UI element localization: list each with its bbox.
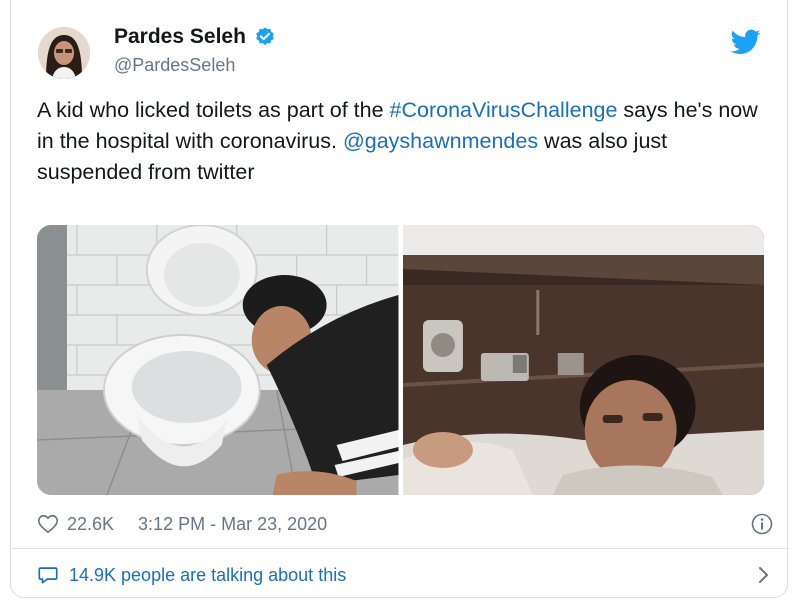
toilet-photo-image — [37, 225, 399, 495]
talking-about-link[interactable]: 14.9K people are talking about this — [37, 562, 777, 588]
hospital-photo[interactable] — [402, 225, 764, 495]
speech-bubble-icon — [38, 567, 58, 584]
chevron-right-icon[interactable] — [757, 566, 771, 584]
tweet-card: Pardes Seleh @PardesSeleh A kid who lick… — [10, 0, 788, 598]
toilet-photo[interactable] — [37, 225, 399, 495]
tweet-timestamp[interactable]: 3:12 PM - Mar 23, 2020 — [138, 514, 327, 535]
like-count[interactable]: 22.6K — [67, 514, 114, 535]
tweet-text: A kid who licked toilets as part of the … — [37, 95, 777, 188]
twitter-bird-icon[interactable] — [731, 29, 761, 55]
talking-about-text[interactable]: 14.9K people are talking about this — [69, 565, 346, 586]
author-name-row[interactable]: Pardes Seleh — [114, 25, 276, 49]
tweet-text-part1: A kid who licked toilets as part of the — [37, 98, 390, 122]
hashtag-link[interactable]: #CoronaVirusChallenge — [390, 98, 618, 122]
divider — [11, 548, 787, 549]
media-grid — [37, 225, 764, 495]
author-display-name[interactable]: Pardes Seleh — [114, 25, 246, 49]
author-handle[interactable]: @PardesSeleh — [114, 55, 235, 76]
avatar[interactable] — [38, 27, 90, 79]
hospital-photo-image — [402, 225, 764, 495]
tweet-meta: 22.6K 3:12 PM - Mar 23, 2020 — [37, 512, 777, 536]
avatar-image — [38, 27, 90, 79]
heart-icon[interactable] — [37, 513, 59, 535]
info-icon[interactable] — [750, 512, 774, 536]
verified-badge-icon — [256, 27, 274, 45]
mention-link[interactable]: @gayshawnmendes — [343, 129, 538, 153]
